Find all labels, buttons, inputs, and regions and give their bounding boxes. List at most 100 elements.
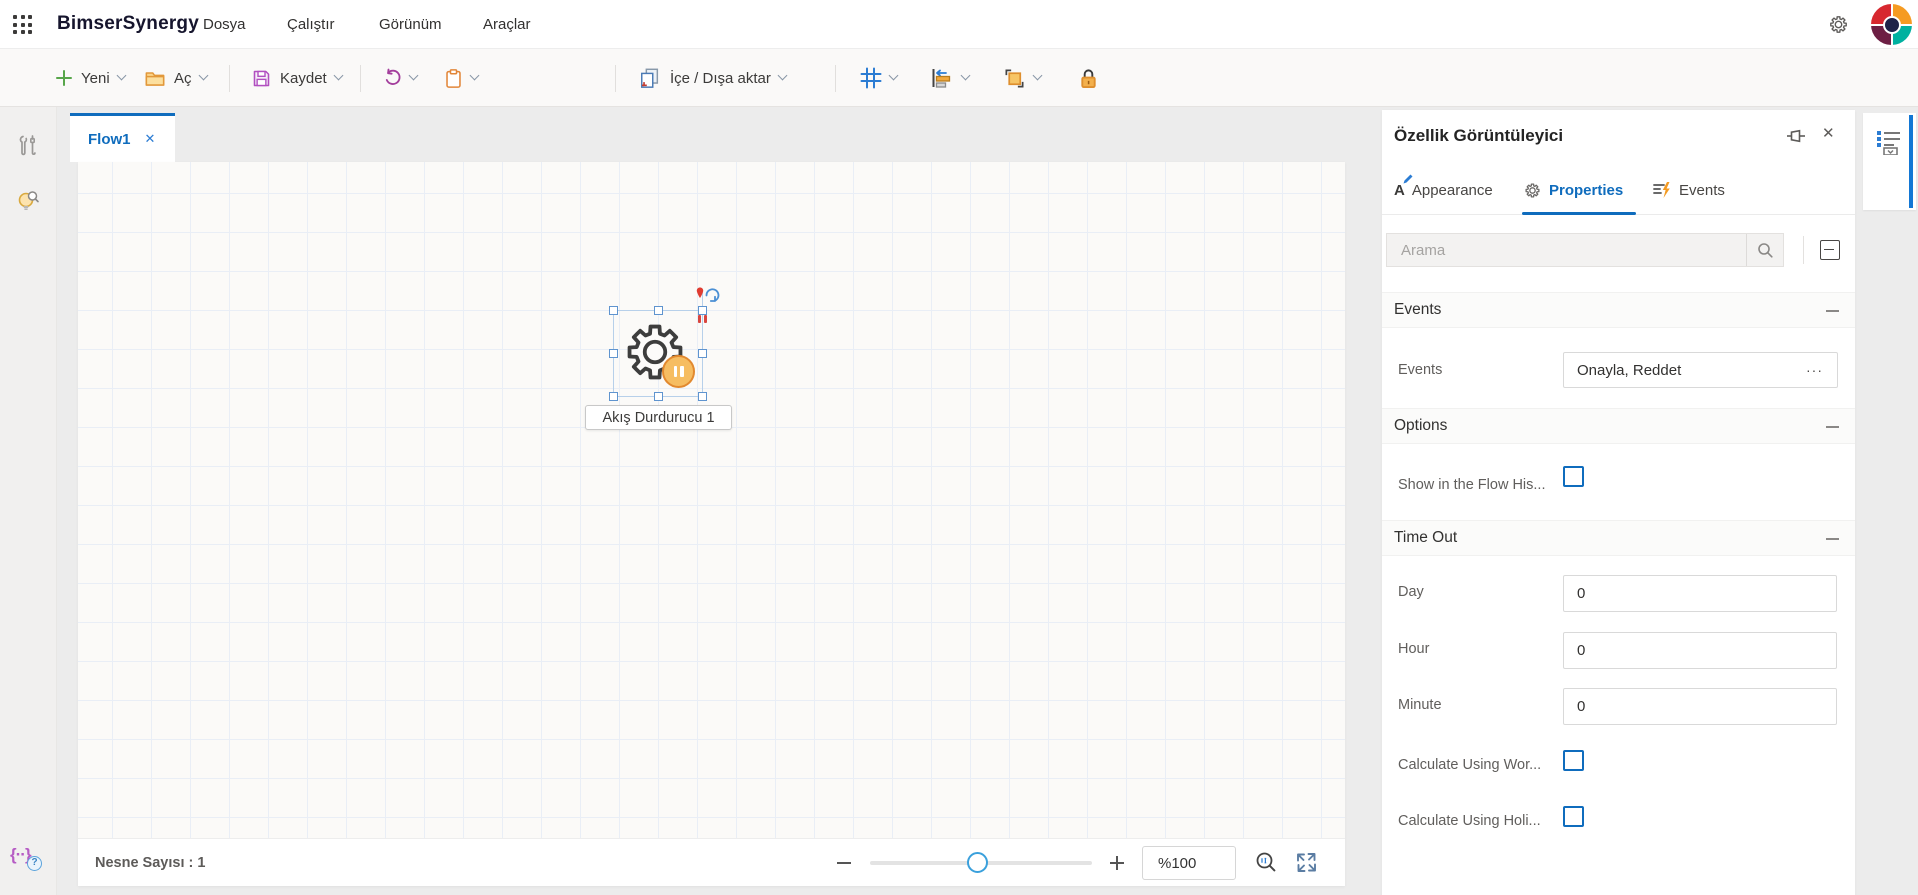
- tab-appearance[interactable]: A Appearance: [1394, 165, 1493, 215]
- pause-badge-icon: [662, 355, 695, 388]
- show-history-label: Show in the Flow His...: [1398, 477, 1546, 493]
- collapsed-panel-tab[interactable]: [1863, 113, 1916, 210]
- events-more-button[interactable]: ···: [1792, 352, 1838, 388]
- tab-events-label: Events: [1679, 181, 1725, 199]
- panel-indicator-bar: [1909, 115, 1913, 208]
- section-options-header[interactable]: Options: [1382, 408, 1855, 444]
- settings-gear-icon[interactable]: [1827, 13, 1850, 36]
- node-label[interactable]: Akış Durdurucu 1: [585, 405, 732, 430]
- tab-close-icon[interactable]: ✕: [145, 131, 156, 147]
- collapse-section-icon[interactable]: [1826, 310, 1839, 312]
- app-title: BimserSynergy: [57, 13, 200, 34]
- pin-icon[interactable]: [1785, 125, 1807, 147]
- menu-araclar[interactable]: Araçlar: [483, 0, 531, 49]
- chevron-down-icon[interactable]: [116, 70, 127, 81]
- collapse-section-icon[interactable]: [1826, 426, 1839, 428]
- day-input[interactable]: [1563, 575, 1837, 612]
- import-export-label: İçe / Dışa aktar: [670, 69, 771, 87]
- collapse-all-icon[interactable]: [1820, 240, 1840, 260]
- section-events-header[interactable]: Events: [1382, 292, 1855, 328]
- chevron-down-icon[interactable]: [960, 70, 971, 81]
- events-bolt-icon: [1653, 182, 1670, 198]
- resize-handle-se[interactable]: [698, 392, 707, 401]
- paste-button[interactable]: [444, 49, 480, 107]
- chevron-down-icon[interactable]: [333, 70, 344, 81]
- open-button[interactable]: Aç: [144, 49, 208, 107]
- minute-label: Minute: [1398, 697, 1442, 713]
- section-timeout-header[interactable]: Time Out: [1382, 520, 1855, 556]
- grid-toggle-button[interactable]: [860, 49, 899, 107]
- section-options-title: Options: [1394, 417, 1448, 434]
- section-timeout-title: Time Out: [1394, 529, 1458, 546]
- chevron-down-icon[interactable]: [888, 70, 899, 81]
- new-button[interactable]: Yeni: [55, 49, 127, 107]
- tab-flow1[interactable]: Flow1 ✕: [70, 113, 175, 162]
- search-icon[interactable]: [1746, 234, 1783, 266]
- resize-handle-ne[interactable]: [698, 306, 707, 315]
- script-help-icon[interactable]: {··} ?: [10, 845, 46, 873]
- calc-workdays-checkbox[interactable]: [1563, 750, 1584, 771]
- gear-icon: [1525, 182, 1540, 198]
- resize-handle-s[interactable]: [654, 392, 663, 401]
- chevron-down-icon[interactable]: [198, 70, 208, 81]
- toolbar-separator: [360, 65, 361, 92]
- undo-icon: [382, 68, 402, 88]
- fullscreen-expand-icon[interactable]: [1294, 850, 1319, 875]
- search-box[interactable]: [1386, 233, 1784, 267]
- chevron-down-icon[interactable]: [469, 70, 480, 81]
- zoom-in-button[interactable]: [1107, 853, 1127, 873]
- search-input[interactable]: [1387, 234, 1746, 266]
- tab-properties[interactable]: Properties: [1523, 165, 1623, 215]
- zoom-reset-icon[interactable]: [1254, 850, 1279, 875]
- pencil-icon: [1403, 174, 1413, 184]
- properties-panel: Özellik Görüntüleyici ✕ A Appearance Pro…: [1382, 110, 1855, 895]
- chevron-down-icon[interactable]: [777, 70, 788, 81]
- zoom-slider-handle[interactable]: [967, 852, 988, 873]
- tab-flow1-label: Flow1: [88, 130, 131, 148]
- show-history-checkbox[interactable]: [1563, 466, 1584, 487]
- flow-canvas[interactable]: Akış Durdurucu 1: [78, 162, 1345, 838]
- save-button[interactable]: Kaydet: [251, 49, 344, 107]
- panel-close-icon[interactable]: ✕: [1822, 124, 1835, 142]
- events-row-label: Events: [1398, 362, 1443, 378]
- import-export-icon: [638, 67, 662, 89]
- help-question-badge: ?: [27, 856, 42, 871]
- menu-calistir[interactable]: Çalıştır: [287, 0, 335, 49]
- hour-label: Hour: [1398, 641, 1430, 657]
- active-tab-underline: [1522, 212, 1636, 215]
- group-button[interactable]: [1003, 49, 1043, 107]
- toolbar-separator: [615, 65, 616, 92]
- import-export-button[interactable]: İçe / Dışa aktar: [638, 49, 788, 107]
- zoom-out-button[interactable]: [834, 853, 854, 873]
- resize-handle-sw[interactable]: [609, 392, 618, 401]
- user-avatar-logo[interactable]: [1871, 4, 1912, 45]
- app-launcher-waffle-icon[interactable]: [13, 15, 33, 35]
- folder-icon: [144, 68, 166, 88]
- undo-button[interactable]: [382, 49, 419, 107]
- lock-button[interactable]: [1078, 49, 1099, 107]
- collapse-section-icon[interactable]: [1826, 538, 1839, 540]
- events-value-field[interactable]: [1563, 352, 1793, 388]
- calc-holidays-checkbox[interactable]: [1563, 806, 1584, 827]
- menu-gorunum[interactable]: Görünüm: [379, 0, 442, 49]
- align-left-icon: [930, 66, 954, 90]
- toolbar: Yeni Aç Kaydet İçe / Dışa aktar: [0, 49, 1918, 107]
- resize-handle-e[interactable]: [698, 349, 707, 358]
- tab-events[interactable]: Events: [1652, 165, 1725, 215]
- left-rail: {··} ?: [0, 107, 57, 895]
- idea-search-icon[interactable]: [15, 187, 43, 215]
- chevron-down-icon[interactable]: [408, 70, 419, 81]
- calc-holidays-label: Calculate Using Holi...: [1398, 813, 1541, 829]
- search-separator: [1803, 236, 1804, 264]
- day-label: Day: [1398, 584, 1424, 600]
- toolbar-separator: [835, 65, 836, 92]
- zoom-level-input[interactable]: [1142, 846, 1236, 880]
- chevron-down-icon[interactable]: [1032, 70, 1043, 81]
- group-icon: [1003, 67, 1026, 90]
- hour-input[interactable]: [1563, 632, 1837, 669]
- open-button-label: Aç: [174, 69, 192, 87]
- toolbox-icon[interactable]: [15, 133, 43, 161]
- minute-input[interactable]: [1563, 688, 1837, 725]
- align-button[interactable]: [930, 49, 971, 107]
- menu-dosya[interactable]: Dosya: [203, 0, 246, 49]
